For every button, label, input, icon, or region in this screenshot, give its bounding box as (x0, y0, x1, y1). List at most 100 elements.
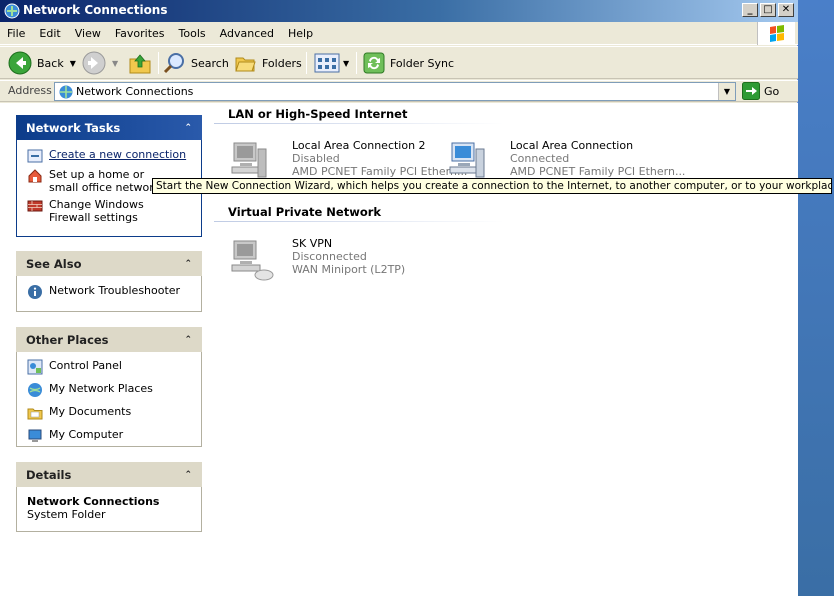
connection-device: AMD PCNET Family PCI Ethern... (510, 165, 686, 178)
my-computer-label: My Computer (49, 428, 124, 441)
content-area: Network Tasks ⌃ Create a new connection (0, 103, 798, 596)
up-folder-button[interactable] (128, 51, 152, 75)
see-also-troubleshooter[interactable]: Network Troubleshooter (27, 284, 191, 300)
minimize-button[interactable]: _ (742, 3, 758, 17)
task-firewall[interactable]: Change Windows Firewall settings (27, 198, 191, 224)
connection-status: Connected (510, 152, 570, 165)
folders-button[interactable]: Folders (234, 51, 302, 75)
menu-view[interactable]: View (68, 27, 108, 40)
connection-device: AMD PCNET Family PCI Ethern... (292, 165, 468, 178)
views-button[interactable]: ▼ (314, 51, 349, 75)
collapse-chevron-icon[interactable]: ⌃ (184, 335, 192, 345)
connection-device: WAN Miniport (L2TP) (292, 263, 406, 276)
see-also-title: See Also (26, 256, 82, 271)
network-tasks-header[interactable]: Network Tasks ⌃ (16, 115, 202, 140)
details-header[interactable]: Details ⌃ (16, 462, 202, 487)
computer-icon (28, 429, 42, 442)
collapse-chevron-icon[interactable]: ⌃ (184, 259, 192, 269)
see-also-body: Network Troubleshooter (16, 276, 202, 312)
menu-bar: File Edit View Favorites Tools Advanced … (0, 22, 798, 45)
network-connections-icon (59, 85, 73, 99)
window-controls: _ □ ✕ (742, 3, 794, 17)
see-also-header[interactable]: See Also ⌃ (16, 251, 202, 276)
place-my-documents[interactable]: My Documents (27, 405, 191, 421)
go-button[interactable]: Go (742, 82, 779, 100)
address-value: Network Connections (76, 85, 194, 98)
network-places-icon (28, 383, 42, 397)
menu-advanced[interactable]: Advanced (213, 27, 281, 40)
details-title: Details (26, 467, 72, 482)
other-places-pane: Other Places ⌃ Control Panel My Network … (16, 327, 202, 447)
address-label: Address (8, 84, 52, 97)
documents-folder-icon (27, 408, 43, 420)
firewall-icon (27, 200, 43, 212)
my-documents-label: My Documents (49, 405, 132, 418)
menu-favorites[interactable]: Favorites (108, 27, 172, 40)
address-input[interactable]: Network Connections ▼ (54, 82, 736, 101)
go-label: Go (764, 84, 780, 98)
explorer-window: Network Connections _ □ ✕ File Edit View… (0, 0, 798, 596)
desktop-background (798, 0, 834, 596)
back-button[interactable]: Back ▼ (8, 51, 76, 75)
toolbar-separator (158, 52, 159, 74)
forward-dropdown-icon[interactable]: ▼ (112, 59, 118, 68)
task-create-connection[interactable]: Create a new connection (27, 148, 191, 164)
network-tasks-pane: Network Tasks ⌃ Create a new connection (16, 115, 202, 237)
views-dropdown-icon[interactable]: ▼ (343, 59, 349, 68)
place-network-places[interactable]: My Network Places (27, 382, 191, 398)
folders-icon (235, 57, 256, 72)
back-arrow-icon (8, 51, 32, 75)
collapse-chevron-icon[interactable]: ⌃ (184, 123, 192, 133)
network-places-label: My Network Places (49, 382, 153, 395)
go-arrow-icon (742, 82, 760, 100)
control-panel-icon (27, 359, 43, 375)
menu-file[interactable]: File (0, 27, 32, 40)
forward-button[interactable]: ▼ (82, 51, 118, 75)
folder-sync-button[interactable]: Folder Sync (362, 51, 454, 75)
tooltip: Start the New Connection Wizard, which h… (152, 178, 832, 194)
other-places-header[interactable]: Other Places ⌃ (16, 327, 202, 352)
collapse-chevron-icon[interactable]: ⌃ (184, 470, 192, 480)
info-icon (28, 285, 42, 299)
back-dropdown-icon[interactable]: ▼ (70, 59, 76, 68)
group-header-vpn: Virtual Private Network (228, 205, 382, 219)
see-also-pane: See Also ⌃ Network Troubleshooter (16, 251, 202, 312)
task-home-network-label: Set up a home or small office network (49, 168, 161, 194)
other-places-body: Control Panel My Network Places My Docum… (16, 352, 202, 447)
connection-item[interactable]: SK VPN Disconnected WAN Miniport (L2TP) (228, 237, 405, 283)
back-label: Back (37, 56, 64, 70)
search-icon (163, 53, 184, 74)
place-control-panel[interactable]: Control Panel (27, 359, 191, 375)
standard-toolbar: Back ▼ ▼ Search Folders ▼ Folder Sync (0, 46, 798, 79)
task-create-connection-label: Create a new connection (49, 148, 187, 161)
group-divider (214, 221, 504, 222)
connection-status: Disconnected (292, 250, 367, 263)
network-connections-icon (4, 3, 20, 19)
window-title: Network Connections (23, 3, 168, 17)
address-dropdown-icon[interactable]: ▼ (718, 83, 735, 100)
connection-name: SK VPN (292, 237, 333, 250)
group-divider (214, 123, 504, 124)
home-network-icon (28, 169, 42, 183)
menu-help[interactable]: Help (281, 27, 320, 40)
maximize-button[interactable]: □ (760, 3, 776, 17)
views-grid-icon (314, 53, 340, 73)
menu-tools[interactable]: Tools (172, 27, 213, 40)
place-my-computer[interactable]: My Computer (27, 428, 191, 444)
connection-status: Disabled (292, 152, 340, 165)
details-body: Network Connections System Folder (16, 487, 202, 532)
toolbar-separator (306, 52, 307, 74)
toolbar-separator (356, 52, 357, 74)
address-bar: Address Network Connections ▼ Go (0, 80, 798, 102)
close-button[interactable]: ✕ (778, 3, 794, 17)
other-places-title: Other Places (26, 332, 109, 347)
search-button[interactable]: Search (163, 51, 229, 75)
menu-edit[interactable]: Edit (32, 27, 67, 40)
details-pane: Details ⌃ Network Connections System Fol… (16, 462, 202, 532)
troubleshooter-label: Network Troubleshooter (49, 284, 181, 297)
folders-label: Folders (262, 56, 302, 70)
new-connection-icon (27, 149, 43, 163)
folder-sync-label: Folder Sync (390, 56, 455, 70)
task-firewall-label: Change Windows Firewall settings (49, 198, 144, 224)
title-bar[interactable]: Network Connections _ □ ✕ (0, 0, 798, 22)
